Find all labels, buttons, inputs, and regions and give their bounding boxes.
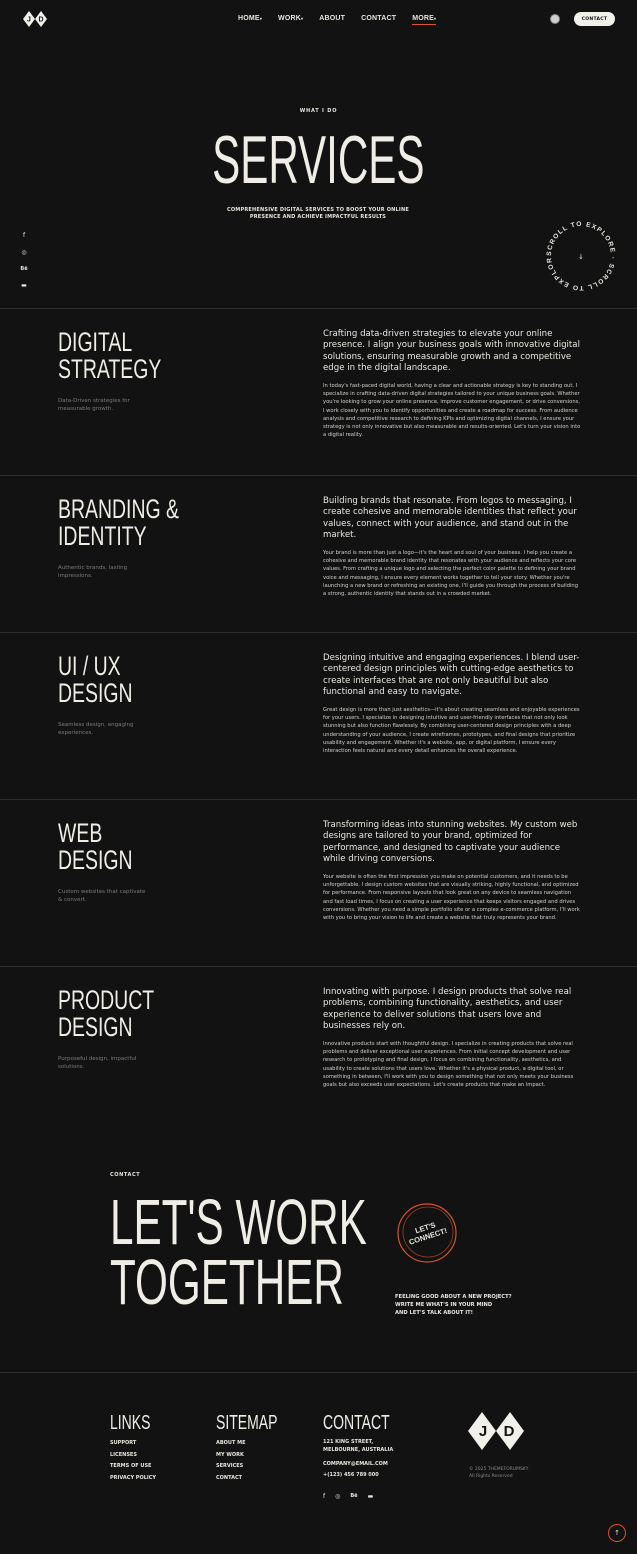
service-tagline: Custom websites that captivate & convert… [58,889,146,903]
copyright: © 2025 THEMEFORUMSKY All Rights Reserved [469,1467,529,1479]
nav-about[interactable]: ABOUT [319,15,345,25]
service-lead: Building brands that resonate. From logo… [323,496,577,541]
hero-subtitle: COMPREHENSIVE DIGITAL SERVICES TO BOOST … [226,207,409,220]
scroll-to-explore-badge[interactable]: SCROLL TO EXPLORE · SCROLL TO EXPLORE · … [537,210,622,297]
footer-contact-heading: CONTACT [323,1412,390,1434]
service-title: PRODUCT DESIGN [58,985,155,1042]
service-body: Your brand is more than just a logo—it's… [323,550,579,598]
facebook-icon[interactable]: f [20,232,28,239]
theme-toggle-icon[interactable] [550,14,560,24]
main-nav: HOME▾ WORK▾ ABOUT CONTACT MORE▾ [238,15,437,25]
service-lead: Designing intuitive and engaging experie… [323,653,580,698]
service-title: WEB DESIGN [58,818,133,875]
footer-contact-column: CONTACT 121 KING STREET, MELBOURNE, AUST… [323,1412,418,1500]
logo-letter-d: D [38,17,43,24]
nav-more[interactable]: MORE▾ [412,15,437,25]
footer-link-privacy[interactable]: PRIVACY POLICY [110,1473,168,1485]
logo[interactable]: J D [23,10,47,28]
logo-letter-j: J [27,17,31,24]
footer-logo-letter-d: D [504,1423,515,1440]
service-title: UI / UX DESIGN [58,651,133,708]
service-tagline: Authentic brands, lasting impressions. [58,565,128,579]
back-to-top-button[interactable]: ↑ [608,1524,626,1542]
service-tagline: Data-Driven strategies for measurable gr… [58,398,130,412]
footer-divider [0,1372,637,1373]
service-digital-strategy: DIGITAL STRATEGY Data-Driven strategies … [0,308,637,475]
dribbble-icon[interactable]: ◎ [335,1493,340,1500]
service-ui-ux-design: UI / UX DESIGN Seamless design, engaging… [0,632,637,799]
contact-eyebrow: CONTACT [110,1172,141,1178]
service-tagline: Seamless design, engaging experiences. [58,722,134,736]
footer-logo[interactable]: J D [468,1410,524,1452]
dribbble-icon[interactable]: ◎ [20,249,28,256]
header-contact-button[interactable]: CONTACT [574,12,615,26]
facebook-icon[interactable]: f [323,1493,325,1500]
service-body: Your website is often the first impressi… [323,874,580,922]
footer-logo-letter-j: J [479,1423,487,1440]
service-lead: Transforming ideas into stunning website… [323,820,578,865]
service-product-design: PRODUCT DESIGN Purposeful design, impact… [0,966,637,1133]
youtube-icon[interactable]: ▬ [20,282,28,289]
service-tagline: Purposeful design, impactful solutions. [58,1056,137,1070]
hero-eyebrow: WHAT I DO [299,108,338,114]
footer-link-support[interactable]: SUPPORT [110,1438,168,1450]
service-lead: Innovating with purpose. I design produc… [323,987,572,1032]
footer-address-line-2: MELBOURNE, AUSTRALIA [323,1447,394,1453]
footer-links-column: LINKS SUPPORT LICENSES TERMS OF USE PRIV… [110,1412,168,1484]
footer-sitemap-work[interactable]: MY WORK [216,1450,304,1462]
youtube-icon[interactable]: ▬ [368,1493,374,1500]
page-title: SERVICES [212,122,425,198]
footer-sitemap-contact[interactable]: CONTACT [216,1473,304,1485]
footer-link-licenses[interactable]: LICENSES [110,1450,168,1462]
footer-phone[interactable]: +(123) 456 789 000 [323,1471,418,1479]
lets-connect-badge[interactable]: LET'S CONNECT! [393,1199,461,1267]
service-body: In today's fast-paced digital world, hav… [323,383,581,439]
arrow-up-icon: ↑ [614,1529,620,1537]
service-branding-identity: BRANDING & IDENTITY Authentic brands, la… [0,475,637,632]
social-links: f ◎ Bē ▬ [20,232,28,289]
nav-work[interactable]: WORK▾ [278,15,303,25]
footer-sitemap-about[interactable]: ABOUT ME [216,1438,304,1450]
footer-email[interactable]: COMPANY@EMAIL.COM [323,1460,418,1468]
behance-icon[interactable]: Bē [350,1493,357,1500]
footer-address-line-1: 121 KING STREET, [323,1439,374,1445]
nav-contact[interactable]: CONTACT [361,15,396,25]
service-lead: Crafting data-driven strategies to eleva… [323,329,580,374]
footer-sitemap-services[interactable]: SERVICES [216,1461,304,1473]
footer-sitemap-column: SITEMAP ABOUT ME MY WORK SERVICES CONTAC… [216,1412,304,1484]
service-body: Great design is more than just aesthetic… [323,707,580,755]
service-web-design: WEB DESIGN Custom websites that captivat… [0,799,637,966]
service-title: BRANDING & IDENTITY [58,494,179,551]
service-body: Innovative products start with thoughtfu… [323,1041,574,1089]
footer-link-terms[interactable]: TERMS OF USE [110,1461,168,1473]
arrow-down-icon: ↓ [578,253,584,261]
behance-icon[interactable]: Bē [20,266,28,272]
service-title: DIGITAL STRATEGY [58,327,162,384]
footer-sitemap-heading: SITEMAP [216,1412,278,1434]
contact-message: FEELING GOOD ABOUT A NEW PROJECT? WRITE … [395,1294,512,1316]
footer-social-links: f ◎ Bē ▬ [323,1493,418,1500]
nav-home[interactable]: HOME▾ [238,15,262,25]
footer-links-heading: LINKS [110,1412,151,1434]
